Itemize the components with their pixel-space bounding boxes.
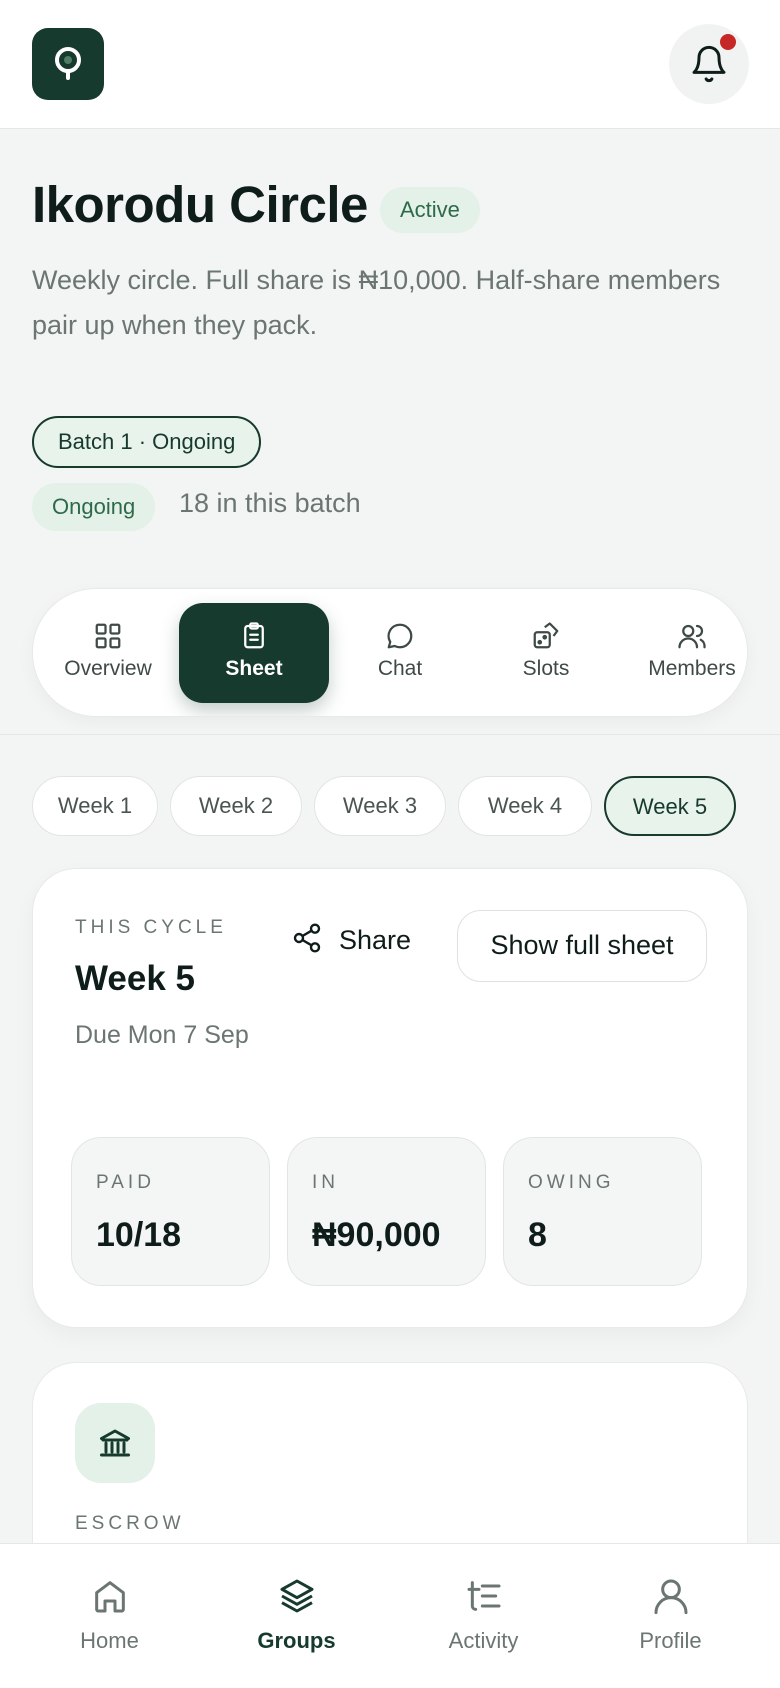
cycle-week: Week 5 (75, 959, 195, 998)
tab-label: Slots (522, 657, 570, 680)
week-chip[interactable]: Week 2 (170, 776, 302, 836)
tab-overview[interactable]: Overview (33, 603, 183, 703)
tab-members[interactable]: Members (617, 603, 747, 703)
tab-label: Sheet (225, 657, 283, 680)
batch-member-count: 18 in this batch (179, 488, 361, 518)
tab-label: Members (648, 657, 736, 680)
grid-icon (95, 623, 121, 649)
escrow-eyebrow: ESCROW (75, 1513, 185, 1534)
stat-in: IN ₦90,000 (287, 1137, 486, 1286)
stat-value: 10/18 (96, 1216, 182, 1254)
batch-status-badge: Ongoing (32, 483, 156, 531)
tab-label: Chat (377, 657, 423, 680)
stat-label: IN (312, 1172, 339, 1193)
cycle-card: THIS CYCLE Week 5 Due Mon 7 Sep Share Sh… (32, 868, 748, 1328)
bank-icon (75, 1403, 155, 1483)
stat-owing: OWING 8 (503, 1137, 702, 1286)
stat-label: OWING (528, 1172, 615, 1193)
stat-label: PAID (96, 1172, 155, 1193)
notifications-button[interactable] (669, 24, 749, 104)
tab-chat[interactable]: Chat (325, 603, 475, 703)
status-badge: Active (380, 187, 480, 233)
nav-activity[interactable]: Activity (386, 1544, 581, 1688)
week-chip[interactable]: Week 4 (458, 776, 592, 836)
top-bar (0, 0, 780, 129)
tab-label: Overview (64, 657, 152, 680)
app-logo-icon[interactable] (32, 28, 104, 100)
cycle-eyebrow: THIS CYCLE (75, 917, 227, 938)
unread-indicator (720, 34, 736, 50)
week-chip-selected[interactable]: Week 5 (604, 776, 736, 836)
tab-sheet[interactable]: Sheet (179, 603, 329, 703)
users-icon (678, 624, 706, 649)
bottom-navigation: Home Groups Activity Profile (0, 1543, 780, 1688)
nav-groups[interactable]: Groups (199, 1544, 394, 1688)
nav-label: Groups (257, 1628, 336, 1653)
nav-label: Profile (639, 1628, 702, 1653)
chat-bubble-icon (387, 623, 413, 649)
clipboard-icon (244, 622, 264, 649)
batch-selector[interactable]: Batch 1 · Ongoing (32, 416, 262, 468)
dice-icon (533, 622, 559, 649)
page-title: Ikorodu Circle (32, 176, 368, 233)
show-full-sheet-button[interactable]: Show full sheet (457, 910, 707, 982)
user-icon (654, 1579, 687, 1615)
week-chip[interactable]: Week 3 (314, 776, 446, 836)
home-icon (94, 1581, 125, 1613)
layers-icon (280, 1579, 313, 1613)
share-label: Share (339, 925, 412, 955)
group-tabs: Overview Sheet Chat Slots Members (32, 588, 748, 717)
stat-value: ₦90,000 (312, 1216, 441, 1254)
cycle-due-date: Due Mon 7 Sep (75, 1021, 249, 1049)
section-divider (0, 734, 780, 735)
nav-label: Home (80, 1628, 139, 1653)
tab-slots[interactable]: Slots (471, 603, 621, 703)
stat-value: 8 (528, 1216, 547, 1254)
nav-profile[interactable]: Profile (573, 1544, 768, 1688)
stat-paid: PAID 10/18 (71, 1137, 270, 1286)
bell-icon (692, 45, 726, 83)
activity-list-icon (467, 1581, 500, 1611)
nav-label: Activity (448, 1628, 519, 1653)
group-description: Weekly circle. Full share is ₦10,000. Ha… (32, 265, 721, 340)
share-icon (293, 923, 321, 953)
week-chip[interactable]: Week 1 (32, 776, 158, 836)
nav-home[interactable]: Home (12, 1544, 207, 1688)
